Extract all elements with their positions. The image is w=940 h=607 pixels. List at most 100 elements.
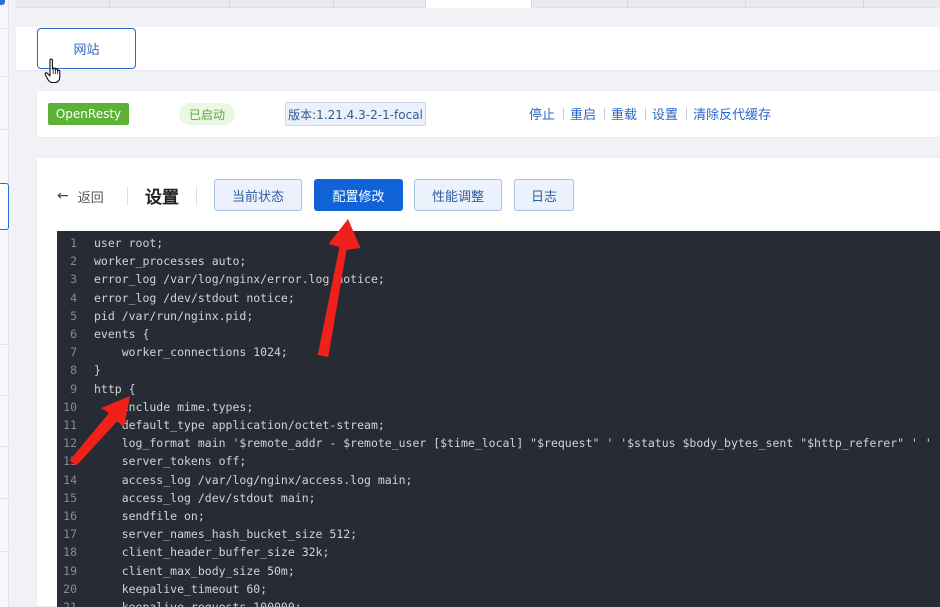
code-text: }: [94, 363, 101, 378]
line-number: 8: [70, 363, 77, 378]
website-tab-bar: 网站: [16, 27, 940, 71]
line-number: 10: [63, 399, 77, 414]
line-number: 15: [63, 490, 77, 505]
back-button[interactable]: ← 返回: [57, 185, 104, 207]
code-text: server_names_hash_bucket_size 512;: [94, 527, 358, 542]
arrow-left-icon: ←: [57, 188, 69, 204]
restart-button[interactable]: 重启: [570, 104, 596, 123]
line-number: 2: [70, 254, 77, 269]
config-code-editor[interactable]: 1 user root; 2 worker_processes auto; 3 error…: [57, 231, 940, 607]
line-number: 19: [63, 563, 77, 578]
page-title: 设置: [145, 188, 179, 208]
code-line: 4 error_log /dev/stdout notice;: [57, 289, 295, 307]
divider: [686, 107, 688, 120]
code-text: error_log /dev/stdout notice;: [94, 290, 295, 305]
code-text: http {: [94, 381, 136, 396]
line-number: 1: [70, 236, 77, 250]
code-text: keepalive_requests 100000;: [94, 600, 302, 607]
code-line: 17 server_names_hash_bucket_size 512;: [57, 525, 357, 543]
back-label: 返回: [77, 190, 104, 206]
line-number: 7: [70, 345, 77, 360]
running-status-badge: 已启动: [179, 103, 235, 125]
hand-pointer-cursor-icon: [44, 58, 61, 84]
line-number: 16: [63, 509, 77, 523]
code-text: keepalive_timeout 60;: [94, 581, 268, 596]
tab-performance-tuning[interactable]: 性能调整: [414, 179, 502, 211]
code-text: access_log /var/log/nginx/access.log mai…: [94, 472, 413, 487]
code-text: log_format main '$remote_addr - $remote_…: [94, 436, 932, 451]
clear-proxy-cache-button[interactable]: 清除反代缓存: [693, 104, 771, 123]
settings-button[interactable]: 设置: [652, 104, 678, 123]
top-tab-active[interactable]: [426, 0, 532, 8]
code-line: 14 access_log /var/log/nginx/access.log …: [57, 471, 412, 489]
line-number: 18: [63, 545, 77, 560]
top-tab[interactable]: [110, 0, 230, 8]
top-tab[interactable]: [16, 0, 110, 8]
tab-current-status[interactable]: 当前状态: [214, 179, 302, 211]
sidebar-marker-icon: [0, 0, 5, 5]
code-line: 2 worker_processes auto;: [57, 252, 246, 270]
divider: [563, 107, 565, 120]
top-tab[interactable]: [532, 0, 628, 8]
code-line: 11 default_type application/octet-stream…: [57, 416, 385, 434]
line-number: 21: [63, 600, 77, 607]
code-line: 13 server_tokens off;: [57, 452, 246, 470]
settings-panel: ← 返回 设置 当前状态 配置修改 性能调整 日志 1 user root; 2 wo…: [36, 157, 940, 607]
divider: [645, 107, 647, 120]
code-text: access_log /dev/stdout main;: [94, 490, 316, 505]
code-text: error_log /var/log/nginx/error.log notic…: [94, 272, 385, 287]
line-number: 4: [70, 290, 77, 305]
code-text: pid /var/run/nginx.pid;: [94, 308, 254, 323]
code-text: sendfile on;: [94, 509, 205, 523]
code-line: 7 worker_connections 1024;: [57, 343, 288, 361]
sidebar: [0, 0, 9, 607]
app-actions: 停止 重启 重载 设置 清除反代缓存: [529, 104, 771, 123]
code-text: client_header_buffer_size 32k;: [94, 545, 330, 560]
top-tab[interactable]: [230, 0, 334, 8]
code-line: 8}: [57, 361, 101, 379]
line-number: 9: [70, 381, 77, 396]
tab-config-edit[interactable]: 配置修改: [314, 179, 403, 211]
code-line: 3 error_log /var/log/nginx/error.log noti…: [57, 270, 385, 288]
app-name-badge: OpenResty: [48, 103, 129, 125]
code-line: 15 access_log /dev/stdout main;: [57, 489, 315, 507]
line-number: 3: [70, 272, 77, 287]
line-number: 11: [63, 418, 77, 432]
code-line: 6 events {: [57, 325, 149, 343]
top-tab[interactable]: [628, 0, 746, 8]
code-text: events {: [94, 327, 150, 341]
code-line: 9 http {: [57, 380, 135, 398]
code-line: 21 keepalive_requests 100000;: [57, 598, 302, 607]
divider: [127, 186, 128, 206]
code-line: 20 keepalive_timeout 60;: [57, 580, 267, 598]
top-tab-strip: [16, 0, 940, 8]
line-number: 14: [63, 472, 77, 487]
code-text: server_tokens off;: [94, 454, 247, 469]
top-tab[interactable]: [746, 0, 864, 8]
line-number: 12: [63, 436, 77, 451]
code-text: default_type application/octet-stream;: [94, 418, 385, 432]
code-text: worker_connections 1024;: [94, 345, 288, 360]
app-status-bar: OpenResty 已启动 版本:1.21.4.3-2-1-focal 停止 重…: [36, 90, 940, 138]
reload-button[interactable]: 重载: [611, 104, 637, 123]
line-number: 17: [63, 527, 77, 542]
code-line: 5 pid /var/run/nginx.pid;: [57, 307, 253, 325]
top-tab[interactable]: [334, 0, 426, 8]
line-number: 6: [70, 327, 77, 341]
code-text: include mime.types;: [94, 399, 254, 414]
stop-button[interactable]: 停止: [529, 104, 555, 123]
code-line: 1 user root;: [57, 234, 163, 252]
divider: [196, 186, 197, 206]
website-tab-label: 网站: [73, 43, 100, 58]
line-number: 5: [70, 308, 77, 323]
sidebar-item-selected[interactable]: [0, 183, 9, 230]
line-number: 13: [63, 454, 77, 469]
code-line: 10 include mime.types;: [57, 398, 253, 416]
code-line: 19 client_max_body_size 50m;: [57, 562, 295, 580]
code-text: client_max_body_size 50m;: [94, 563, 295, 578]
code-line: 12 log_format main '$remote_addr - $remo…: [57, 434, 932, 452]
code-line: 16 sendfile on;: [57, 507, 205, 525]
tab-logs[interactable]: 日志: [514, 179, 574, 211]
code-text: worker_processes auto;: [94, 254, 247, 269]
line-number: 20: [63, 581, 77, 596]
